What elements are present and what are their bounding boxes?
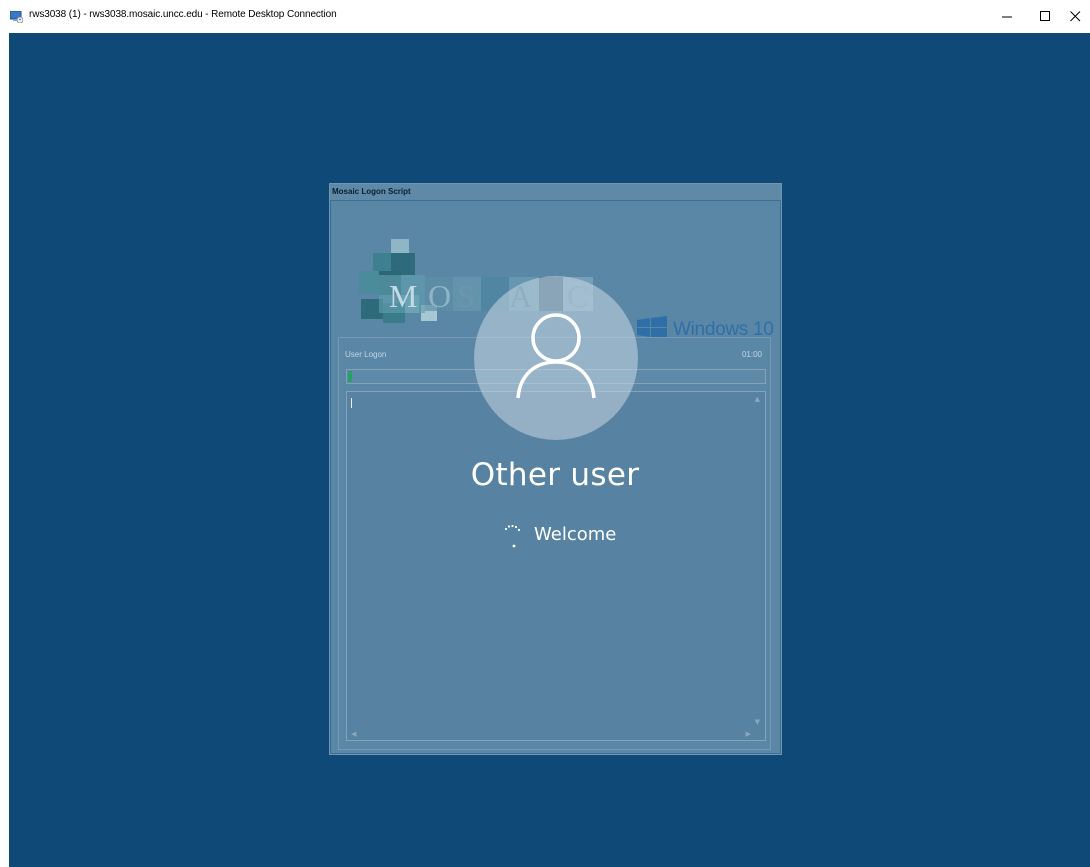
mosaic-letter-o: O	[428, 278, 451, 314]
scroll-left-icon[interactable]: ◀	[351, 730, 356, 738]
user-avatar[interactable]	[474, 276, 638, 440]
window-title: rws3038 (1) - rws3038.mosaic.uncc.edu - …	[29, 9, 337, 20]
scroll-down-icon[interactable]: ▼	[755, 718, 760, 726]
window-left-border	[0, 33, 9, 867]
mosaic-letter-s: S	[457, 278, 475, 314]
logon-progress-fill	[348, 371, 352, 382]
scroll-up-icon[interactable]: ▲	[755, 395, 760, 403]
remote-desktop-icon	[10, 11, 23, 23]
status-message: Welcome	[534, 524, 617, 545]
user-icon	[516, 313, 596, 399]
logon-script-title: Mosaic Logon Script	[332, 187, 411, 196]
logon-script-titlebar[interactable]: Mosaic Logon Script	[330, 184, 781, 200]
loading-spinner-icon	[504, 524, 521, 548]
close-button[interactable]	[1060, 0, 1090, 33]
scroll-right-icon[interactable]: ▶	[746, 730, 751, 738]
user-name: Other user	[470, 457, 640, 493]
user-logon-label: User Logon	[345, 350, 387, 359]
mosaic-letter-m: M	[389, 278, 417, 314]
close-icon	[1069, 11, 1080, 22]
window-titlebar[interactable]: rws3038 (1) - rws3038.mosaic.uncc.edu - …	[0, 0, 1090, 33]
maximize-icon	[1039, 11, 1050, 21]
minimize-icon	[1001, 16, 1012, 18]
elapsed-time: 01:00	[741, 350, 762, 359]
logon-log-textarea[interactable]: ▲ ▼ ◀ ▶	[346, 391, 766, 741]
text-caret	[351, 398, 352, 408]
